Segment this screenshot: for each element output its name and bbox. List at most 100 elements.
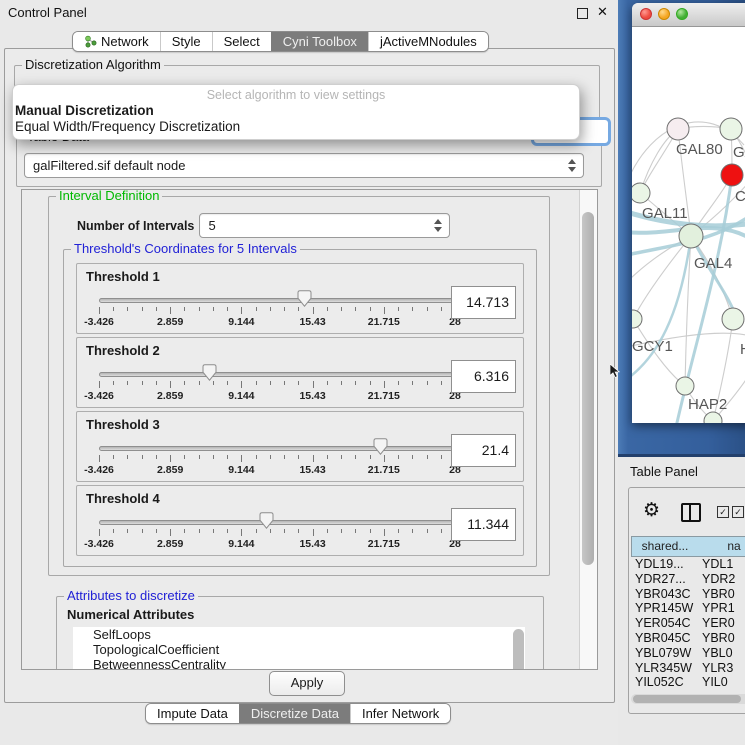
table-row[interactable]: YDR27...YDR2 — [631, 572, 745, 587]
scrollbar-thumb[interactable] — [582, 212, 594, 565]
network-node[interactable] — [676, 377, 694, 395]
gear-icon[interactable]: ⚙ — [643, 499, 660, 522]
apply-button[interactable]: Apply — [269, 671, 345, 696]
table-horizontal-scrollbar[interactable] — [631, 694, 745, 704]
tab-style[interactable]: Style — [160, 32, 212, 51]
network-canvas[interactable]: GAL80GACGAL11GAL4GCY1HHAP2 — [632, 27, 745, 423]
network-node[interactable] — [679, 224, 703, 248]
attributes-group-title: Attributes to discretize — [64, 589, 198, 603]
threshold-1-row: Threshold 1 -3.4262.8599.14415.4321.7152… — [76, 263, 524, 334]
threshold-2-value-field[interactable]: 6.316 — [451, 360, 516, 393]
threshold-3-value-field[interactable]: 21.4 — [451, 434, 516, 467]
tab-select[interactable]: Select — [212, 32, 271, 51]
table-cell[interactable]: YIL052C — [631, 675, 698, 690]
table-data-combobox[interactable]: galFiltered.sif default node — [24, 153, 584, 178]
table-cell[interactable]: YBR045C — [631, 631, 698, 646]
tab-impute-data[interactable]: Impute Data — [146, 704, 239, 723]
column-header-shared-name[interactable]: shared... — [631, 536, 698, 557]
thresholds-group-title: Threshold's Coordinates for 5 Intervals — [71, 242, 300, 256]
table-row[interactable]: YDL19...YDL1 — [631, 557, 745, 572]
network-node[interactable] — [667, 118, 689, 140]
table-cell[interactable]: YPR1 — [698, 601, 745, 616]
column-header-name[interactable]: na — [698, 536, 745, 557]
table-cell[interactable]: YDL19... — [631, 557, 698, 572]
interval-definition-group: Interval Definition Number of Intervals … — [48, 196, 550, 576]
number-of-intervals-value: 5 — [200, 214, 449, 237]
table-row[interactable]: YPR145WYPR1 — [631, 601, 745, 616]
table-cell[interactable]: YBR0 — [698, 587, 745, 602]
table-cell[interactable]: YBL0 — [698, 646, 745, 661]
table-cell[interactable]: YIL0 — [698, 675, 745, 690]
number-of-intervals-label: Number of Intervals — [77, 219, 195, 233]
window-zoom-icon[interactable] — [676, 8, 688, 20]
threshold-1-slider[interactable]: -3.4262.8599.14415.4321.71528 — [99, 292, 455, 332]
window-close-icon[interactable] — [640, 8, 652, 20]
table-panel: Table Panel ⚙ ✓ ✓ shared... na YDL19...Y… — [618, 457, 745, 745]
network-node[interactable] — [721, 164, 743, 186]
checkbox-icon[interactable]: ✓ — [717, 506, 729, 518]
scrollbar-thumb[interactable] — [633, 695, 741, 703]
table-grid[interactable]: shared... na YDL19...YDL1YDR27...YDR2YBR… — [631, 536, 745, 690]
table-cell[interactable]: YDL1 — [698, 557, 745, 572]
network-node[interactable] — [720, 118, 742, 140]
popup-hint-text: Select algorithm to view settings — [13, 88, 579, 103]
network-node[interactable] — [632, 183, 650, 203]
threshold-4-value-field[interactable]: 11.344 — [451, 508, 516, 541]
threshold-1-value-field[interactable]: 14.713 — [451, 286, 516, 319]
table-cell[interactable]: YER054C — [631, 616, 698, 631]
table-cell[interactable]: YLR345W — [631, 661, 698, 676]
network-view-window[interactable]: GAL80GACGAL11GAL4GCY1HHAP2 — [632, 3, 745, 423]
attribute-item[interactable]: TopologicalCoefficient — [73, 642, 525, 657]
table-row[interactable]: YLR345WYLR3 — [631, 661, 745, 676]
combo-stepper-icon — [567, 158, 576, 173]
table-cell[interactable]: YER0 — [698, 616, 745, 631]
node-label: HAP2 — [688, 396, 727, 413]
table-row[interactable]: YER054CYER0 — [631, 616, 745, 631]
tab-network[interactable]: Network — [73, 32, 160, 51]
table-header-row: shared... na — [631, 536, 745, 557]
thresholds-group: Threshold's Coordinates for 5 Intervals … — [63, 249, 537, 567]
close-icon[interactable]: ✕ — [597, 4, 608, 20]
threshold-3-slider[interactable]: -3.4262.8599.14415.4321.71528 — [99, 440, 455, 480]
table-cell[interactable]: YBR0 — [698, 631, 745, 646]
popup-item-manual-discretization[interactable]: Manual Discretization — [13, 103, 579, 119]
columns-icon[interactable] — [681, 503, 701, 522]
network-icon — [84, 35, 97, 48]
network-node[interactable] — [632, 310, 642, 328]
table-cell[interactable]: YLR3 — [698, 661, 745, 676]
popup-item-equal-width-frequency[interactable]: Equal Width/Frequency Discretization — [13, 119, 579, 135]
attribute-item[interactable]: SelfLoops — [73, 627, 525, 642]
checkbox-icon[interactable]: ✓ — [732, 506, 744, 518]
table-rows: YDL19...YDL1YDR27...YDR2YBR043CYBR0YPR14… — [631, 557, 745, 690]
threshold-2-slider[interactable]: -3.4262.8599.14415.4321.71528 — [99, 366, 455, 406]
network-window-titlebar[interactable] — [632, 3, 745, 27]
settings-scrollpane: Interval Definition Number of Intervals … — [21, 189, 598, 670]
attribute-item[interactable]: BetweennessCentrality — [73, 657, 525, 670]
numerical-attributes-list[interactable]: SelfLoopsTopologicalCoefficientBetweenne… — [73, 627, 525, 670]
tab-infer-network[interactable]: Infer Network — [350, 704, 450, 723]
network-edge — [632, 236, 691, 379]
mouse-cursor — [610, 364, 621, 379]
number-of-intervals-combobox[interactable]: 5 — [199, 213, 450, 238]
tab-cyni-toolbox[interactable]: Cyni Toolbox — [271, 32, 368, 51]
settings-vertical-scrollbar[interactable] — [579, 190, 597, 669]
list-scrollbar[interactable] — [513, 629, 524, 670]
tab-discretize-data[interactable]: Discretize Data — [239, 704, 350, 723]
table-data-group: Table Data galFiltered.sif default node — [16, 137, 602, 187]
table-cell[interactable]: YDR2 — [698, 572, 745, 587]
float-window-icon[interactable] — [577, 8, 588, 19]
window-minimize-icon[interactable] — [658, 8, 670, 20]
network-node[interactable] — [722, 308, 744, 330]
table-row[interactable]: YBL079WYBL0 — [631, 646, 745, 661]
table-cell[interactable]: YDR27... — [631, 572, 698, 587]
table-row[interactable]: YBR043CYBR0 — [631, 587, 745, 602]
table-cell[interactable]: YBL079W — [631, 646, 698, 661]
node-label: GCY1 — [632, 338, 673, 355]
table-row[interactable]: YBR045CYBR0 — [631, 631, 745, 646]
threshold-4-slider[interactable]: -3.4262.8599.14415.4321.71528 — [99, 514, 455, 554]
table-row[interactable]: YIL052CYIL0 — [631, 675, 745, 690]
cyni-toolbox-panel: Discretization Algorithm Table Data galF… — [4, 48, 615, 703]
tab-jactivemnodules[interactable]: jActiveMNodules — [368, 32, 488, 51]
table-cell[interactable]: YBR043C — [631, 587, 698, 602]
table-cell[interactable]: YPR145W — [631, 601, 698, 616]
